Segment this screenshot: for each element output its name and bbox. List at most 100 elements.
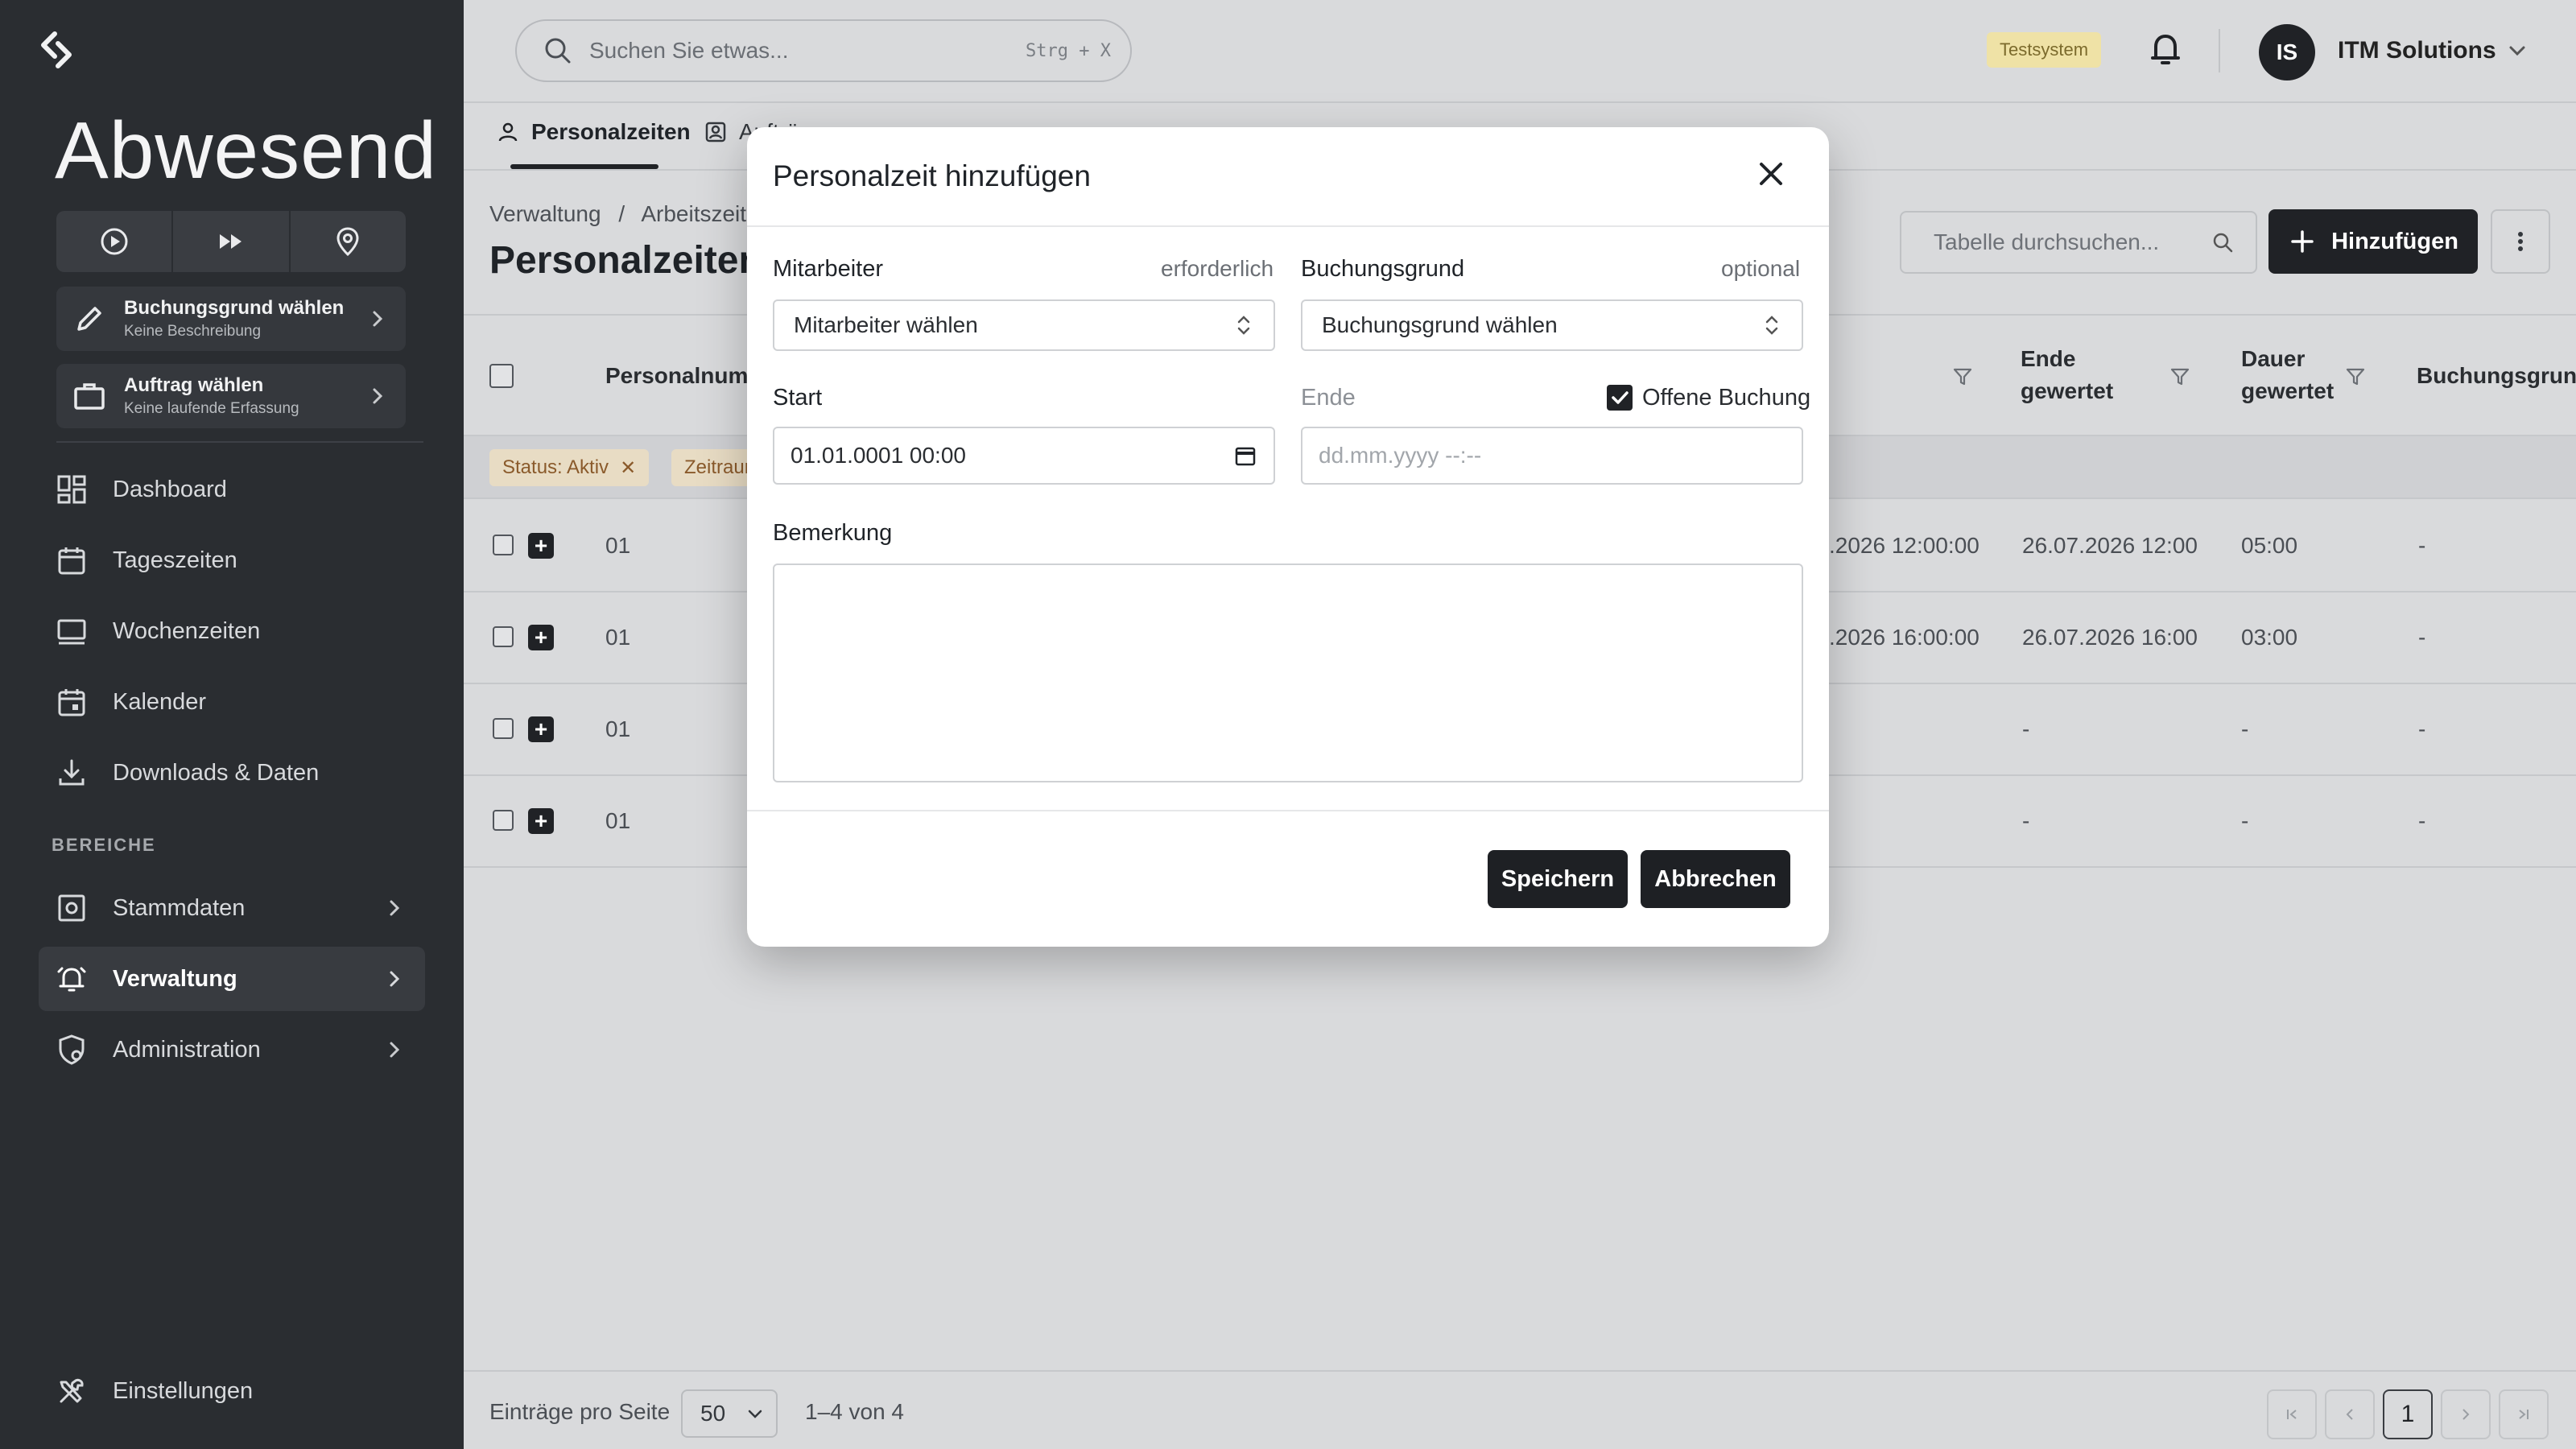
chevron-right-icon: [390, 900, 400, 916]
dialog-title: Personalzeit hinzufügen: [773, 159, 1091, 192]
table-search-placeholder: Tabelle durchsuchen...: [1934, 229, 2160, 254]
sidebar-item-administration[interactable]: Administration: [39, 1018, 425, 1082]
next-page-button[interactable]: [2441, 1389, 2491, 1439]
sidebar-item-downloads[interactable]: Downloads & Daten: [39, 741, 425, 805]
app-logo-icon[interactable]: [35, 29, 77, 71]
expand-row-button[interactable]: +: [528, 808, 554, 834]
sidebar-item-label: Wochenzeiten: [113, 617, 261, 644]
fast-forward-icon: [219, 234, 242, 249]
calendar-day-icon: [58, 689, 85, 716]
quick-actions: [56, 211, 406, 272]
chevron-right-icon: [390, 971, 400, 987]
kebab-menu-icon: [2518, 232, 2523, 251]
filter-chip[interactable]: Status: Aktiv ✕: [489, 449, 650, 486]
filter-icon[interactable]: [2344, 365, 2367, 388]
fast-forward-button[interactable]: [173, 211, 291, 272]
close-icon[interactable]: [1753, 156, 1789, 192]
filter-icon[interactable]: [2169, 365, 2191, 388]
plus-icon: [2291, 230, 2314, 253]
remark-label: Bemerkung: [773, 520, 893, 546]
cell-buchungsgrund: -: [2418, 625, 2426, 650]
per-page-select[interactable]: 50: [681, 1389, 778, 1438]
cell-ende: -: [2022, 716, 2030, 741]
row-checkbox[interactable]: [493, 718, 514, 739]
bell-alarm-icon: [57, 967, 86, 992]
column-header-buchungsgrund[interactable]: Buchungsgrund: [2417, 360, 2576, 392]
save-button[interactable]: Speichern: [1488, 850, 1628, 908]
updown-chevron-icon: [1765, 316, 1778, 335]
current-page-button[interactable]: 1: [2383, 1389, 2433, 1439]
open-booking-checkbox[interactable]: [1607, 385, 1633, 411]
employee-select[interactable]: Mitarbeiter wählen: [773, 299, 1275, 351]
expand-row-button[interactable]: +: [528, 716, 554, 742]
previous-page-button[interactable]: [2325, 1389, 2375, 1439]
sidebar-item-kalender[interactable]: Kalender: [39, 670, 425, 734]
open-booking-label[interactable]: Offene Buchung: [1642, 385, 1810, 411]
sidebar-item-dashboard[interactable]: Dashboard: [39, 457, 425, 522]
column-header-line: gewertet: [2021, 378, 2114, 403]
cancel-button[interactable]: Abbrechen: [1641, 850, 1790, 908]
sidebar-item-label: Tageszeiten: [113, 547, 237, 573]
tab-personalzeiten[interactable]: Personalzeiten: [496, 119, 691, 145]
booking-reason-select[interactable]: Buchungsgrund wählen: [1301, 299, 1803, 351]
sidebar-item-einstellungen[interactable]: Einstellungen: [39, 1359, 425, 1423]
employee-required-hint: erforderlich: [1161, 256, 1274, 281]
column-header-ende-gewertet[interactable]: Ende gewertet: [2021, 343, 2113, 407]
expand-row-button[interactable]: +: [528, 533, 554, 559]
cell-personalnummer: 01: [605, 808, 631, 833]
employee-label: Mitarbeiter: [773, 256, 883, 282]
row-checkbox[interactable]: [493, 535, 514, 555]
section-label: BEREICHE: [52, 835, 156, 855]
row-checkbox[interactable]: [493, 810, 514, 831]
order-title: Auftrag wählen: [124, 374, 264, 396]
notification-bell-icon[interactable]: [2146, 29, 2185, 71]
last-page-button[interactable]: [2499, 1389, 2549, 1439]
page-title: Personalzeiten: [489, 239, 762, 282]
select-all-checkbox[interactable]: [489, 364, 514, 388]
chevron-right-icon: [373, 388, 383, 404]
location-button[interactable]: [291, 211, 406, 272]
start-datetime-input[interactable]: 01.01.0001 00:00: [773, 427, 1275, 485]
order-selector[interactable]: Auftrag wählen Keine laufende Erfassung: [56, 364, 406, 428]
table-search-input[interactable]: Tabelle durchsuchen...: [1900, 211, 2257, 274]
briefcase-icon: [74, 383, 105, 410]
expand-row-button[interactable]: +: [528, 625, 554, 650]
first-page-button[interactable]: [2267, 1389, 2317, 1439]
chevron-right-icon: [373, 311, 383, 327]
active-tab-indicator: [510, 164, 658, 169]
dialog-divider: [747, 810, 1829, 811]
cell-dauer: -: [2241, 808, 2249, 833]
cell-start: .2026 12:00:00: [1829, 533, 1979, 558]
global-search[interactable]: Suchen Sie etwas... Strg + X: [515, 19, 1132, 82]
monitor-icon: [57, 619, 86, 645]
sidebar-item-wochenzeiten[interactable]: Wochenzeiten: [39, 599, 425, 663]
cell-buchungsgrund: -: [2418, 716, 2426, 741]
per-page-label: Einträge pro Seite: [489, 1399, 671, 1424]
play-button[interactable]: [56, 211, 174, 272]
filter-icon[interactable]: [1951, 365, 1974, 388]
calendar-icon[interactable]: [1233, 444, 1257, 468]
sidebar-item-label: Verwaltung: [113, 965, 237, 992]
booking-reason-selector[interactable]: Buchungsgrund wählen Keine Beschreibung: [56, 287, 406, 351]
remark-textarea[interactable]: [773, 564, 1803, 782]
row-checkbox[interactable]: [493, 626, 514, 647]
cell-ende: 26.07.2026 12:00: [2022, 533, 2198, 558]
sidebar-item-verwaltung[interactable]: Verwaltung: [39, 947, 425, 1011]
booking-reason-title: Buchungsgrund wählen: [124, 297, 345, 319]
cell-dauer: 03:00: [2241, 625, 2298, 650]
column-header-dauer-gewertet[interactable]: Dauer gewertet: [2241, 343, 2334, 407]
chevron-down-icon[interactable]: [2505, 39, 2529, 63]
add-button[interactable]: Hinzufügen: [2268, 209, 2478, 274]
end-datetime-input: dd.mm.yyyy --:--: [1301, 427, 1803, 485]
cell-personalnummer: 01: [605, 625, 631, 650]
page-range: 1–4 von 4: [805, 1399, 904, 1424]
sidebar-item-tageszeiten[interactable]: Tageszeiten: [39, 528, 425, 592]
close-icon[interactable]: ✕: [620, 456, 636, 480]
user-name[interactable]: ITM Solutions: [2338, 37, 2496, 64]
tools-icon: [60, 1378, 84, 1403]
avatar[interactable]: IS: [2259, 24, 2315, 80]
sidebar-item-stammdaten[interactable]: Stammdaten: [39, 876, 425, 940]
more-options-button[interactable]: [2491, 209, 2550, 274]
sidebar-item-label: Downloads & Daten: [113, 759, 320, 786]
breadcrumb-item[interactable]: Verwaltung: [489, 201, 601, 226]
